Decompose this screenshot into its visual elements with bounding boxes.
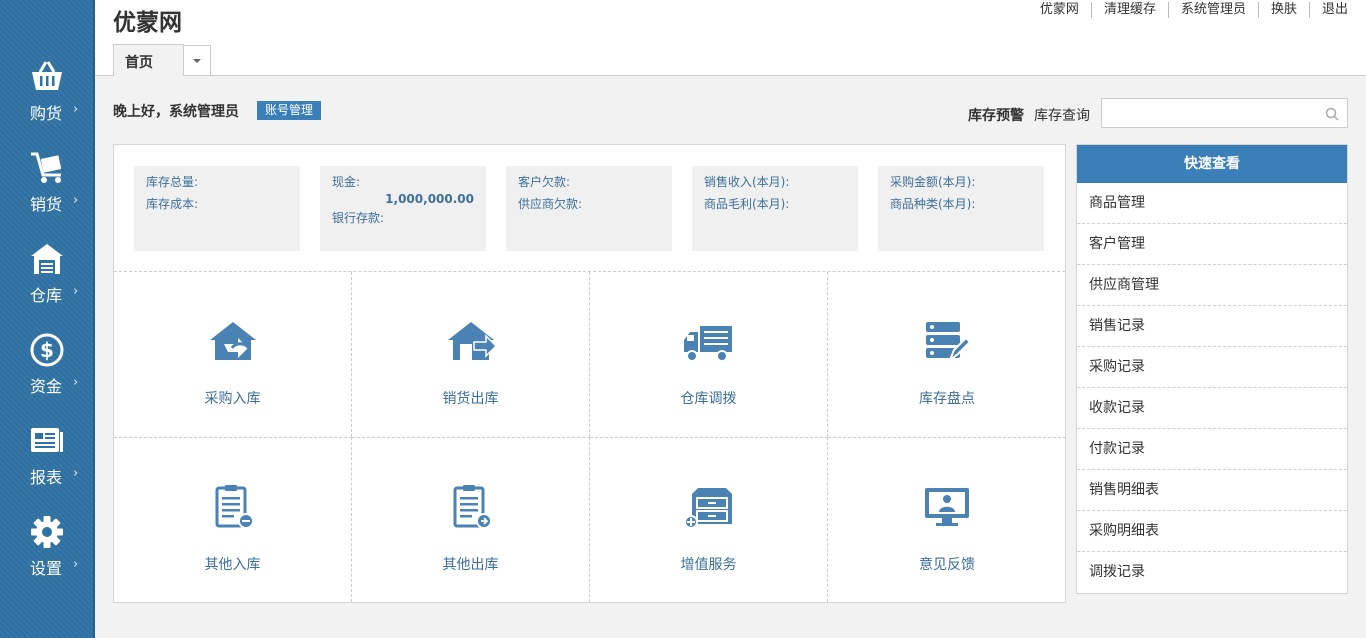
top-link-home[interactable]: 优蒙网	[1028, 2, 1091, 18]
sidebar-item-purchase[interactable]: 购货 ›	[0, 58, 95, 138]
basket-icon	[27, 58, 67, 96]
top-links: 优蒙网 清理缓存 系统管理员 换肤 退出	[1028, 2, 1348, 18]
shortcut-grid: 采购入库 销货出库 仓库调拨 库存盘点 其他入库 其他出库 增值服务 意见反馈	[114, 271, 1066, 602]
stat-label: 商品种类(本月):	[890, 197, 976, 211]
search-icon[interactable]	[1325, 107, 1339, 121]
quick-item-suppliers[interactable]: 供应商管理	[1077, 265, 1347, 306]
stat-label: 客户欠款:	[518, 175, 571, 189]
stat-label: 银行存款:	[332, 211, 385, 225]
stock-query-label: 库存查询	[1034, 108, 1090, 124]
shortcut-other-in[interactable]: 其他入库	[114, 437, 352, 602]
shortcut-label: 采购入库	[204, 391, 261, 407]
chevron-down-icon	[193, 58, 201, 63]
stat-label: 供应商欠款:	[518, 197, 583, 211]
quick-item-sales-detail[interactable]: 销售明细表	[1077, 470, 1347, 511]
sidebar-item-sales[interactable]: 销货 ›	[0, 149, 95, 229]
dollar-icon: $	[27, 331, 67, 369]
quick-item-transfer-records[interactable]: 调拨记录	[1077, 552, 1347, 593]
cart-icon	[27, 149, 67, 187]
quick-item-payment-records[interactable]: 付款记录	[1077, 429, 1347, 470]
inventory-icon	[926, 322, 972, 363]
quick-item-customers[interactable]: 客户管理	[1077, 224, 1347, 265]
clipboard-in-icon	[215, 485, 254, 529]
brand-logo: 优蒙网	[113, 10, 182, 36]
sidebar-item-label: 报表	[30, 468, 63, 487]
chevron-right-icon: ›	[73, 375, 79, 390]
quick-item-receipt-records[interactable]: 收款记录	[1077, 388, 1347, 429]
chevron-right-icon: ›	[73, 102, 79, 117]
stat-label: 库存成本:	[146, 197, 199, 211]
shortcut-label: 增值服务	[680, 557, 737, 573]
shortcut-label: 库存盘点	[919, 391, 975, 407]
quick-item-purchase-records[interactable]: 采购记录	[1077, 347, 1347, 388]
shortcut-value-added[interactable]: 增值服务	[590, 437, 828, 602]
gear-icon	[27, 513, 67, 551]
shortcut-feedback[interactable]: 意见反馈	[828, 437, 1066, 602]
stock-warning-link[interactable]: 库存预警	[968, 105, 1024, 125]
shortcut-purchase-in[interactable]: 采购入库	[114, 272, 352, 437]
shortcut-label: 意见反馈	[919, 557, 975, 573]
sidebar-item-settings[interactable]: 设置 ›	[0, 513, 95, 593]
stat-label: 商品毛利(本月):	[704, 197, 790, 211]
quick-item-products[interactable]: 商品管理	[1077, 183, 1347, 224]
shortcut-label: 其他入库	[204, 557, 261, 573]
shortcut-label: 销货出库	[442, 391, 499, 407]
house-in-icon	[209, 322, 256, 360]
stat-box-cash: 现金: 1,000,000.00 银行存款:	[320, 166, 486, 251]
chevron-right-icon: ›	[73, 193, 79, 208]
stat-value-cash: 1,000,000.00	[385, 192, 474, 206]
sidebar-item-label: 销货	[30, 195, 63, 214]
top-link-logout[interactable]: 退出	[1308, 2, 1348, 18]
stat-box-sales: 销售收入(本月): 商品毛利(本月):	[692, 166, 858, 251]
chevron-right-icon: ›	[73, 557, 79, 572]
cabinet-icon	[683, 488, 732, 529]
sidebar-item-warehouse[interactable]: 仓库 ›	[0, 240, 95, 320]
sidebar-item-reports[interactable]: 报表 ›	[0, 422, 95, 502]
quick-item-sales-records[interactable]: 销售记录	[1077, 306, 1347, 347]
top-link-skin[interactable]: 换肤	[1257, 2, 1309, 18]
chevron-right-icon: ›	[73, 466, 79, 481]
tab-home[interactable]: 首页	[113, 44, 184, 76]
stock-search-box	[1101, 98, 1348, 128]
shortcut-sales-out[interactable]: 销货出库	[352, 272, 590, 437]
house-out-icon	[447, 322, 497, 360]
top-link-clear-cache[interactable]: 清理缓存	[1090, 2, 1168, 18]
warehouse-icon	[27, 240, 67, 278]
monitor-icon	[925, 488, 969, 526]
report-icon	[27, 422, 67, 460]
quick-view-title: 快速查看	[1077, 145, 1347, 183]
header: 优蒙网 优蒙网 清理缓存 系统管理员 换肤 退出 首页	[95, 0, 1366, 76]
stock-search-input[interactable]	[1102, 99, 1312, 127]
top-link-user[interactable]: 系统管理员	[1167, 2, 1258, 18]
greeting-text: 晚上好，系统管理员	[113, 104, 239, 120]
clipboard-out-icon	[453, 485, 492, 529]
tab-dropdown-button[interactable]	[183, 45, 211, 75]
truck-icon	[683, 326, 732, 362]
shortcut-transfer[interactable]: 仓库调拨	[590, 272, 828, 437]
sidebar-item-label: 设置	[30, 559, 63, 578]
sidebar-item-label: 资金	[30, 377, 63, 396]
main-panel: 库存总量: 库存成本: 现金: 1,000,000.00 银行存款: 客户欠款:…	[113, 144, 1066, 603]
stat-box-inventory: 库存总量: 库存成本:	[134, 166, 300, 251]
stat-box-purchase: 采购金额(本月): 商品种类(本月):	[878, 166, 1044, 251]
stat-label: 销售收入(本月):	[704, 175, 790, 189]
shortcut-label: 其他出库	[442, 557, 499, 573]
sidebar: 购货 › 销货 › 仓库 › $ 资金 › 报表 › 设置 ›	[0, 0, 95, 638]
chevron-right-icon: ›	[73, 284, 79, 299]
sidebar-item-label: 仓库	[30, 286, 63, 305]
svg-text:$: $	[40, 338, 54, 362]
shortcut-other-out[interactable]: 其他出库	[352, 437, 590, 602]
account-manage-button[interactable]: 账号管理	[257, 101, 321, 120]
shortcut-stocktake[interactable]: 库存盘点	[828, 272, 1066, 437]
stat-box-debts: 客户欠款: 供应商欠款:	[506, 166, 672, 251]
shortcut-label: 仓库调拨	[680, 391, 737, 407]
stat-label: 采购金额(本月):	[890, 175, 976, 189]
quick-item-purchase-detail[interactable]: 采购明细表	[1077, 511, 1347, 552]
stat-label: 库存总量:	[146, 175, 199, 189]
sidebar-item-label: 购货	[30, 104, 63, 123]
quick-view-panel: 快速查看 商品管理 客户管理 供应商管理 销售记录 采购记录 收款记录 付款记录…	[1076, 144, 1348, 594]
sidebar-item-funds[interactable]: $ 资金 ›	[0, 331, 95, 411]
